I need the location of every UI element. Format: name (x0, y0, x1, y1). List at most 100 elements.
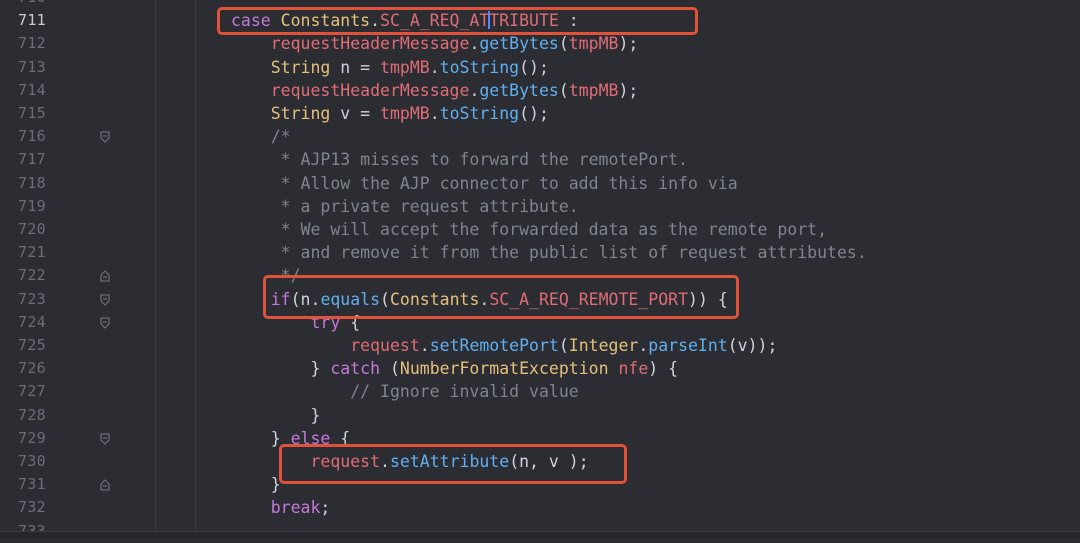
code-token: ( (380, 289, 390, 309)
code-token: } (231, 428, 291, 448)
code-text[interactable]: */ (231, 264, 301, 287)
fold-open-icon[interactable] (100, 433, 110, 445)
code-token: (); (519, 104, 549, 123)
fold-close-icon[interactable] (100, 479, 110, 491)
code-text[interactable]: try { (231, 311, 360, 334)
code-line[interactable]: 722 */ (0, 264, 1080, 287)
code-token: requestHeaderMessage (270, 34, 470, 54)
code-token: tmpMB (568, 80, 619, 100)
line-number: 728 (18, 405, 46, 424)
code-text[interactable]: * a private request attribute. (231, 195, 579, 218)
code-token: Constants (389, 289, 480, 309)
code-text[interactable]: String v = tmpMB.toString(); (231, 102, 549, 125)
line-number: 711 (18, 11, 46, 30)
fold-open-icon[interactable] (100, 293, 110, 306)
code-token: setRemotePort (429, 336, 559, 355)
code-editor[interactable]: 710 711 case Constants.SC_A_REQ_ATTRIBUTE … (0, 0, 1080, 540)
code-text[interactable]: * Allow the AJP connector to add this in… (231, 172, 738, 195)
line-number: 718 (18, 173, 46, 192)
code-text[interactable]: requestHeaderMessage.getBytes(tmpMB); (231, 32, 639, 55)
code-text[interactable]: requestHeaderMessage.getBytes(tmpMB); (231, 79, 639, 102)
code-line[interactable]: 710 (0, 0, 1080, 9)
code-token: * and remove it from the public list of … (231, 243, 867, 263)
code-text[interactable]: * We will accept the forwarded data as t… (231, 218, 827, 241)
code-token: SC_A_REQ_AT (380, 11, 490, 31)
line-number: 719 (18, 196, 46, 215)
line-number: 713 (18, 57, 46, 76)
code-token: getBytes (479, 80, 559, 100)
code-line[interactable]: 720 * We will accept the forwarded data … (0, 218, 1080, 241)
code-token: ); (618, 80, 639, 100)
code-token: { (330, 428, 351, 448)
code-text[interactable]: /* (231, 125, 291, 148)
code-text[interactable]: String n = tmpMB.toString(); (231, 56, 549, 79)
code-token: nfe (618, 359, 649, 379)
code-text[interactable]: * AJP13 misses to forward the remotePort… (231, 148, 688, 171)
code-line[interactable]: 717 * AJP13 misses to forward the remote… (0, 148, 1080, 171)
fold-open-icon[interactable] (100, 131, 110, 144)
code-token: v = (330, 104, 381, 123)
code-token: * Allow the AJP connector to add this in… (231, 173, 738, 193)
code-line[interactable]: 723 if(n.equals(Constants.SC_A_REQ_REMOT… (0, 288, 1080, 311)
code-token: request (350, 336, 420, 355)
code-text[interactable]: } else { (231, 427, 351, 450)
code-line[interactable]: 713 String n = tmpMB.toString(); (0, 56, 1080, 79)
code-token: . (380, 452, 390, 471)
code-line[interactable]: 726 } catch (NumberFormatException nfe) … (0, 357, 1080, 380)
code-line[interactable]: 724 try { (0, 311, 1080, 334)
code-line[interactable]: 715 String v = tmpMB.toString(); (0, 102, 1080, 125)
code-text[interactable]: * and remove it from the public list of … (231, 241, 867, 264)
code-token: getBytes (479, 34, 559, 54)
code-token: Integer (568, 336, 639, 355)
line-number: 726 (18, 359, 46, 378)
code-line[interactable]: 719 * a private request attribute. (0, 195, 1080, 218)
code-line[interactable]: 727 // Ignore invalid value (0, 380, 1080, 403)
code-line[interactable]: 714 requestHeaderMessage.getBytes(tmpMB)… (0, 79, 1080, 102)
code-line[interactable]: 725 request.setRemotePort(Integer.parseI… (0, 334, 1080, 357)
code-line[interactable]: 731 } (0, 473, 1080, 496)
code-text[interactable]: } (231, 473, 281, 496)
code-line[interactable]: 729 } else { (0, 427, 1080, 450)
code-token: } (231, 475, 281, 495)
code-token: ( (380, 359, 400, 379)
code-line[interactable]: 730 request.setAttribute(n, v ); (0, 450, 1080, 473)
code-token: NumberFormatException (399, 359, 609, 379)
code-token: ; (320, 498, 331, 518)
code-token: (n. (290, 289, 321, 309)
code-text[interactable]: request.setRemotePort(Integer.parseInt(v… (231, 334, 777, 357)
code-line[interactable]: 712 requestHeaderMessage.getBytes(tmpMB)… (0, 32, 1080, 55)
code-token: // Ignore invalid value (231, 382, 579, 402)
code-text[interactable]: break; (231, 496, 331, 519)
code-token: ) { (648, 359, 679, 379)
line-number: 721 (18, 243, 46, 262)
fold-open-icon[interactable] (100, 317, 110, 329)
code-token: ( (558, 80, 569, 100)
code-text[interactable]: } catch (NumberFormatException nfe) { (231, 357, 678, 380)
code-line[interactable]: 718 * Allow the AJP connector to add thi… (0, 172, 1080, 195)
code-text[interactable]: } (231, 404, 320, 427)
code-text[interactable]: if(n.equals(Constants.SC_A_REQ_REMOTE_PO… (231, 288, 728, 311)
code-token: * We will accept the forwarded data as t… (231, 220, 828, 239)
code-line[interactable]: 721 * and remove it from the public list… (0, 241, 1080, 264)
code-line[interactable]: 716 /* (0, 125, 1080, 148)
code-line[interactable]: 711 case Constants.SC_A_REQ_ATTRIBUTE : (0, 9, 1080, 32)
code-text[interactable]: case Constants.SC_A_REQ_ATTRIBUTE : (231, 9, 579, 32)
code-text[interactable]: request.setAttribute(n, v ); (231, 450, 588, 473)
fold-close-icon[interactable] (100, 270, 110, 282)
code-line[interactable]: 732 break; (0, 496, 1080, 519)
line-number: 731 (18, 475, 46, 494)
code-token: . (370, 11, 381, 31)
code-token: . (429, 57, 440, 77)
code-line[interactable]: 728 } (0, 404, 1080, 427)
code-token: * AJP13 misses to forward the remotePort… (231, 150, 688, 170)
horizontal-scrollbar[interactable] (0, 531, 1080, 538)
line-number: 714 (18, 80, 46, 99)
code-token: (v)); (727, 336, 778, 355)
code-text[interactable]: // Ignore invalid value (231, 380, 579, 403)
code-token: /* (231, 127, 291, 147)
